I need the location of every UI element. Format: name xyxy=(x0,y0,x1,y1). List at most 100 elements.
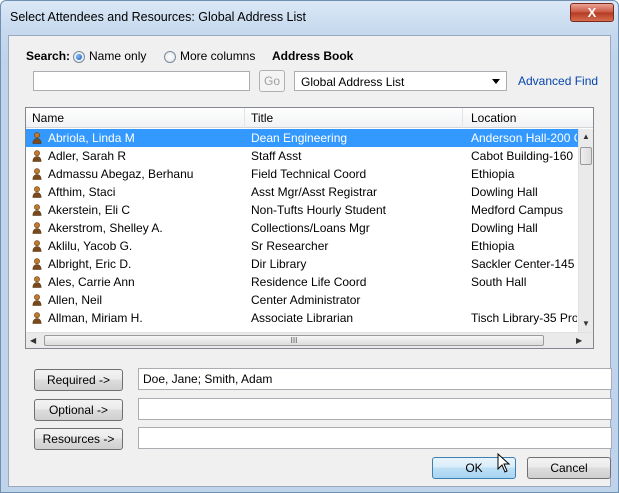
list-item[interactable]: Albright, Eric D. Dir Library Sackler Cent… xyxy=(26,255,578,273)
go-button-label: Go xyxy=(263,74,280,88)
optional-button-label: Optional -> xyxy=(48,403,109,417)
cell-location: Tisch Library-35 Profe xyxy=(471,311,577,325)
advanced-find-link[interactable]: Advanced Find xyxy=(518,74,598,88)
required-button[interactable]: Required -> xyxy=(34,369,123,391)
list-item[interactable]: Ales, Carrie Ann Residence Life Coord Sout… xyxy=(26,273,578,291)
list-item[interactable]: Adler, Sarah R Staff Asst Cabot Building-1… xyxy=(26,147,578,165)
cell-name: Ales, Carrie Ann xyxy=(48,275,135,289)
cell-title: Residence Life Coord xyxy=(251,275,367,289)
dialog-title: Select Attendees and Resources: Global A… xyxy=(10,10,307,24)
list-item[interactable]: Allman, Miriam H. Associate Librarian Tisc… xyxy=(26,309,578,327)
cell-location: Dowling Hall xyxy=(471,221,538,235)
scroll-up-icon[interactable]: ▲ xyxy=(582,132,590,141)
title-bar[interactable]: Select Attendees and Resources: Global A… xyxy=(1,1,618,35)
person-icon xyxy=(32,204,42,216)
scroll-left-icon[interactable]: ◀ xyxy=(30,336,36,345)
go-button[interactable]: Go xyxy=(259,70,285,92)
vertical-scroll-thumb[interactable] xyxy=(580,147,592,165)
cancel-button-label: Cancel xyxy=(550,461,588,475)
cell-location: Cabot Building-160 Pa xyxy=(471,149,577,163)
person-icon xyxy=(32,132,42,144)
cell-name: Aklilu, Yacob G. xyxy=(48,239,133,253)
vertical-scrollbar[interactable]: ▲ ▼ xyxy=(578,129,593,332)
scroll-right-icon[interactable]: ▶ xyxy=(576,336,582,345)
cell-location: Dowling Hall xyxy=(471,185,538,199)
column-header-name[interactable]: Name xyxy=(32,111,64,125)
column-header-title[interactable]: Title xyxy=(251,111,273,125)
close-icon: X xyxy=(587,5,597,20)
more-columns-radio[interactable] xyxy=(164,51,176,63)
cell-location: South Hall xyxy=(471,275,527,289)
cell-title: Associate Librarian xyxy=(251,311,354,325)
list-item[interactable]: Abriola, Linda M Dean Engineering Anderson… xyxy=(26,129,578,147)
ok-button-label: OK xyxy=(465,461,483,475)
resources-field[interactable] xyxy=(138,427,612,449)
list-item[interactable]: Admassu Abegaz, Berhanu Field Technical C… xyxy=(26,165,578,183)
search-label: Search: xyxy=(26,49,71,63)
person-icon xyxy=(32,276,42,288)
cell-title: Field Technical Coord xyxy=(251,167,367,181)
cell-name: Adler, Sarah R xyxy=(48,149,127,163)
cell-location: Anderson Hall-200 Co xyxy=(471,131,577,145)
person-icon xyxy=(32,312,42,324)
close-button[interactable]: X xyxy=(570,3,614,22)
cell-title: Asst Mgr/Asst Registrar xyxy=(251,185,378,199)
scroll-down-icon[interactable]: ▼ xyxy=(582,319,590,328)
cell-name: Albright, Eric D. xyxy=(48,257,132,271)
cell-title: Dean Engineering xyxy=(251,131,348,145)
column-divider[interactable] xyxy=(462,108,463,128)
person-icon xyxy=(32,240,42,252)
search-input[interactable] xyxy=(33,71,250,91)
name-only-radio[interactable] xyxy=(73,51,85,63)
list-item[interactable]: Akerstrom, Shelley A. Collections/Loans M… xyxy=(26,219,578,237)
list-header: Name Title Location xyxy=(26,108,593,128)
address-book-value: Global Address List xyxy=(301,75,405,89)
optional-field[interactable] xyxy=(138,398,612,420)
person-icon xyxy=(32,222,42,234)
column-divider[interactable] xyxy=(244,108,245,128)
dialog-window: Select Attendees and Resources: Global A… xyxy=(0,0,619,493)
optional-button[interactable]: Optional -> xyxy=(34,399,123,421)
person-icon xyxy=(32,150,42,162)
cell-title: Non-Tufts Hourly Student xyxy=(251,203,386,217)
horizontal-scrollbar[interactable]: ◀ III ▶ xyxy=(26,332,593,348)
name-only-label[interactable]: Name only xyxy=(89,49,146,63)
chevron-down-icon xyxy=(492,79,500,84)
address-book-label: Address Book xyxy=(272,49,354,63)
required-field[interactable]: Doe, Jane; Smith, Adam xyxy=(138,368,612,390)
more-columns-label[interactable]: More columns xyxy=(180,49,255,63)
person-icon xyxy=(32,294,42,306)
required-field-value: Doe, Jane; Smith, Adam xyxy=(143,372,273,386)
scroll-grip-icon: III xyxy=(290,336,298,345)
required-button-label: Required -> xyxy=(46,373,111,387)
cell-name: Akerstein, Eli C xyxy=(48,203,131,217)
cell-title: Staff Asst xyxy=(251,149,302,163)
cell-title: Sr Researcher xyxy=(251,239,329,253)
list-item[interactable]: Afthim, Staci Asst Mgr/Asst Registrar Dowl… xyxy=(26,183,578,201)
list-item[interactable]: Aklilu, Yacob G. Sr Researcher Ethiopia xyxy=(26,237,578,255)
cell-name: Allman, Miriam H. xyxy=(48,311,143,325)
cancel-button[interactable]: Cancel xyxy=(527,457,611,479)
results-list[interactable]: Name Title Location Abriola, Linda M Dean… xyxy=(25,107,594,349)
resources-button-label: Resources -> xyxy=(42,432,115,446)
cell-name: Allen, Neil xyxy=(48,293,103,307)
list-item[interactable]: Akerstein, Eli C Non-Tufts Hourly Student… xyxy=(26,201,578,219)
cell-title: Collections/Loans Mgr xyxy=(251,221,370,235)
cell-title: Dir Library xyxy=(251,257,307,271)
person-icon xyxy=(32,186,42,198)
list-item[interactable]: Allen, Neil Center Administrator xyxy=(26,291,578,309)
cell-name: Abriola, Linda M xyxy=(48,131,135,145)
column-header-location[interactable]: Location xyxy=(471,111,516,125)
cell-name: Akerstrom, Shelley A. xyxy=(48,221,163,235)
cell-name: Afthim, Staci xyxy=(48,185,116,199)
cell-location: Medford Campus xyxy=(471,203,564,217)
cell-location: Ethiopia xyxy=(471,167,515,181)
cell-location: Sackler Center-145 H xyxy=(471,257,577,271)
horizontal-scroll-thumb[interactable]: III xyxy=(44,335,544,346)
address-book-select[interactable]: Global Address List xyxy=(294,71,507,91)
person-icon xyxy=(32,258,42,270)
person-icon xyxy=(32,168,42,180)
mouse-cursor-icon xyxy=(497,453,511,473)
cell-location: Ethiopia xyxy=(471,239,515,253)
resources-button[interactable]: Resources -> xyxy=(34,428,123,450)
